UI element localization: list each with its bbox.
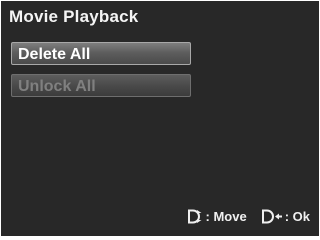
dpad-right-arrow-icon: [261, 209, 285, 224]
ok-hint: : Ok: [261, 209, 310, 224]
menu-item-unlock-all[interactable]: Unlock All: [11, 74, 191, 97]
dpad-up-down-icon: [187, 209, 206, 224]
control-hints: : Move : Ok: [187, 209, 310, 224]
camera-menu-screen: Movie Playback Delete All Unlock All : M…: [1, 1, 319, 236]
menu-item-delete-all[interactable]: Delete All: [11, 42, 191, 65]
move-hint: : Move: [187, 209, 247, 224]
move-hint-label: : Move: [205, 209, 247, 224]
screen-title: Movie Playback: [9, 7, 139, 26]
ok-hint-label: : Ok: [284, 209, 310, 224]
